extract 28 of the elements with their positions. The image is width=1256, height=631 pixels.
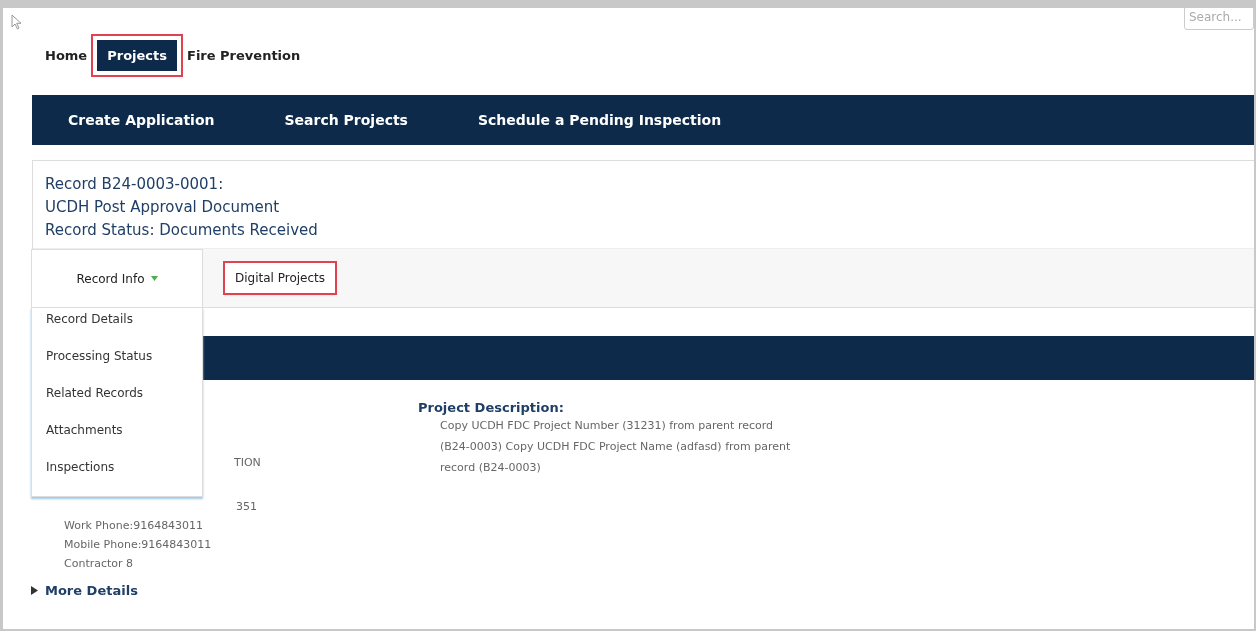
nav-tab[interactable]: Projects	[97, 39, 177, 71]
record-title: Record Status: Documents Received	[45, 220, 319, 241]
menu-item[interactable]: Related Records	[32, 375, 202, 412]
detail-text: Contractor 8	[64, 556, 135, 572]
nav-tab[interactable]: Fire Prevention	[181, 41, 307, 69]
menu-item[interactable]: Attachments	[32, 412, 202, 449]
sub-nav-link[interactable]: Search Projects	[284, 112, 408, 128]
record-tab[interactable]: Digital Projects	[225, 263, 336, 293]
record-tab[interactable]: Record Info	[31, 249, 203, 307]
sub-nav-link[interactable]: Schedule a Pending Inspection	[477, 112, 722, 128]
record-title: Record B24-0003-0001:	[45, 174, 225, 195]
menu-item[interactable]: Inspections	[32, 449, 202, 486]
sub-nav-link[interactable]: Create Application	[68, 112, 215, 128]
detail-text: Mobile Phone:9164843011	[64, 537, 213, 553]
nav-tab[interactable]: Home	[39, 41, 94, 69]
menu-item[interactable]: Processing Status	[32, 338, 202, 375]
detail-text: 351	[236, 499, 257, 515]
caret-icon	[150, 276, 158, 281]
detail-text: Work Phone:9164843011	[64, 518, 205, 534]
detail-text: TION	[234, 455, 261, 471]
description-text: Copy UCDH FDC Project Number (31231) from parent record (B24-0003) Copy UCDH FDC Project Name (adfasd) from parent record (B24-0003)	[439, 418, 792, 476]
expand-arrow-icon	[31, 586, 38, 595]
search-field[interactable]: Search...	[1184, 8, 1254, 30]
field-label: Project Description:	[418, 400, 565, 415]
record-title: UCDH Post Approval Document	[45, 197, 281, 218]
more-details-toggle[interactable]: More Details	[31, 583, 138, 598]
cursor-icon	[11, 14, 23, 30]
menu-item[interactable]: Record Details	[32, 308, 202, 338]
